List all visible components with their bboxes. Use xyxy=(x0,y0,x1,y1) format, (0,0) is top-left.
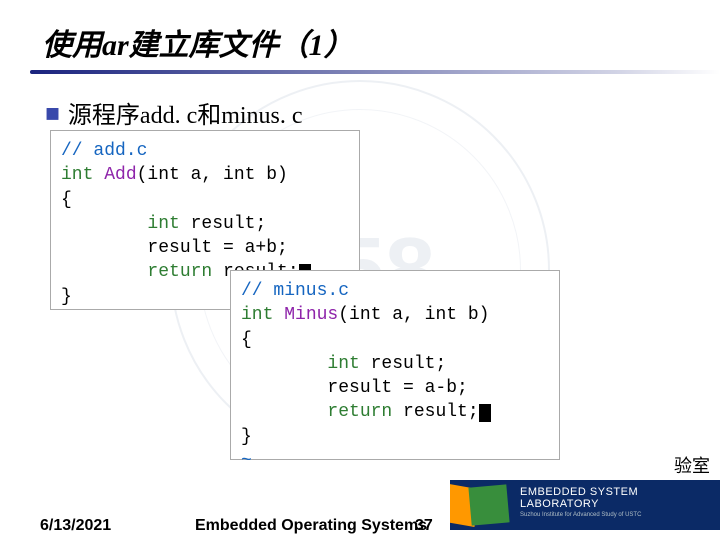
code-brace: } xyxy=(241,427,252,447)
bullet-source-files: ◆ 源程序add. c和minus. c xyxy=(45,95,303,130)
code-text: result = a+b; xyxy=(61,238,288,258)
title-underline xyxy=(30,70,720,74)
code-keyword: int xyxy=(241,305,273,325)
code-brace: { xyxy=(61,190,72,210)
code-text: result; xyxy=(360,354,446,374)
bullet-text: 源程序add. c和minus. c xyxy=(68,95,303,130)
logo-main-text: EMBEDDED SYSTEM LABORATORY xyxy=(520,486,720,510)
code-keyword: int xyxy=(61,214,180,234)
code-keyword: return xyxy=(241,402,392,422)
code-comment: // add.c xyxy=(61,141,147,161)
code-box-minus: // minus.c int Minus(int a, int b) { int… xyxy=(230,270,560,460)
footer-date: 6/13/2021 xyxy=(40,517,111,535)
lab-suffix-text: 验室 xyxy=(674,452,710,478)
footer-logo: EMBEDDED SYSTEM LABORATORY Suzhou Instit… xyxy=(450,480,720,530)
code-brace: } xyxy=(61,287,72,307)
page-title: 使用ar建立库文件（1） xyxy=(42,20,354,64)
code-keyword: return xyxy=(61,262,212,282)
logo-text: EMBEDDED SYSTEM LABORATORY Suzhou Instit… xyxy=(520,486,720,518)
code-sig: (int a, int b) xyxy=(137,165,288,185)
footer-title: Embedded Operating Systems xyxy=(195,517,427,535)
code-fn-name: Add xyxy=(104,165,136,185)
diamond-icon: ◆ xyxy=(38,97,68,127)
code-text: result; xyxy=(392,402,478,422)
logo-square-icon xyxy=(468,484,509,525)
footer-page-number: 37 xyxy=(415,517,433,535)
text-cursor-icon xyxy=(479,404,491,422)
code-keyword: int xyxy=(61,165,93,185)
code-tilde: ~ xyxy=(241,451,252,471)
code-fn-name: Minus xyxy=(284,305,338,325)
code-text: result = a-b; xyxy=(241,378,468,398)
code-brace: { xyxy=(241,330,252,350)
code-sig: (int a, int b) xyxy=(338,305,489,325)
code-text: result; xyxy=(180,214,266,234)
logo-sub-text: Suzhou Institute for Advanced Study of U… xyxy=(520,512,720,518)
code-comment: // minus.c xyxy=(241,281,349,301)
code-keyword: int xyxy=(241,354,360,374)
